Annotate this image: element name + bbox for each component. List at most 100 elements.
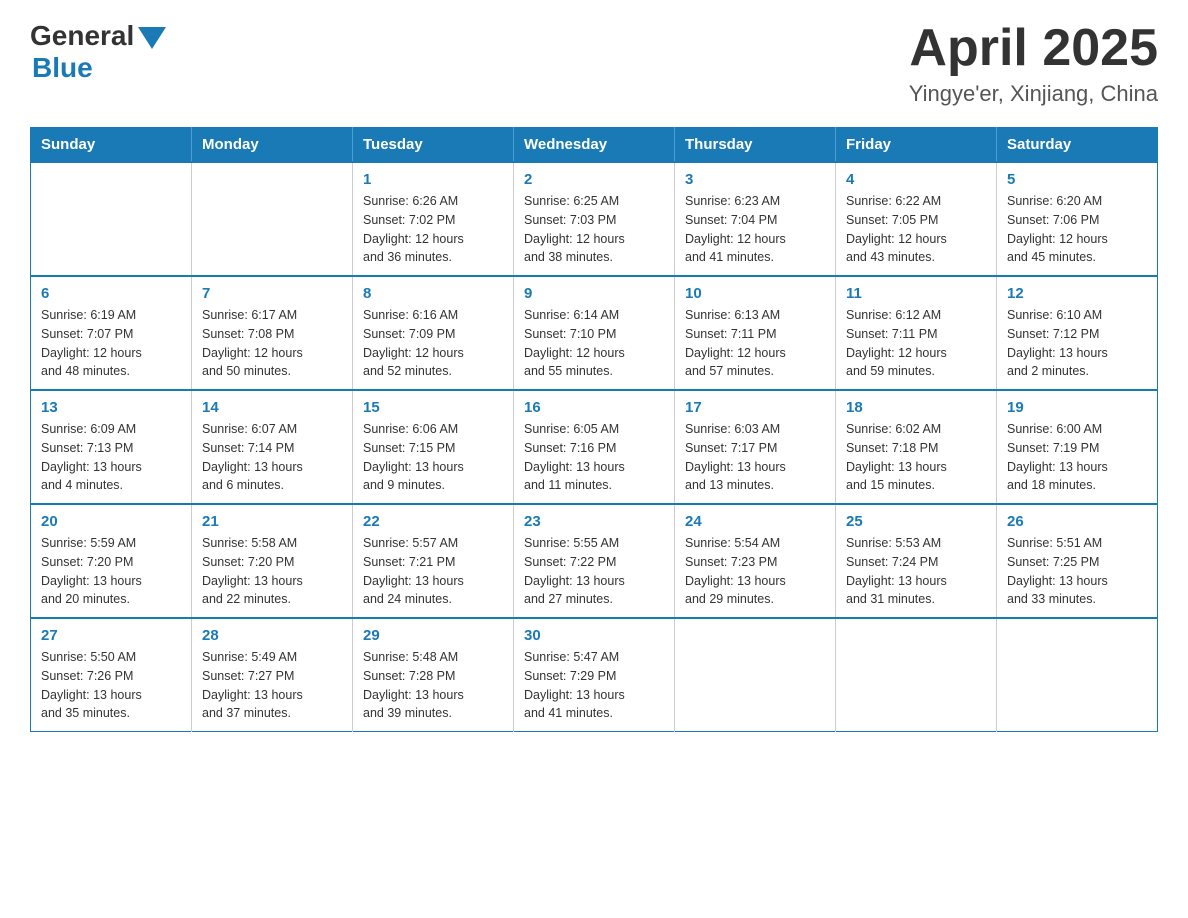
logo-blue-text: Blue	[32, 52, 93, 84]
day-info: Sunrise: 6:05 AM Sunset: 7:16 PM Dayligh…	[524, 420, 664, 495]
day-number: 19	[1007, 399, 1147, 416]
day-number: 29	[363, 627, 503, 644]
day-number: 22	[363, 513, 503, 530]
day-number: 24	[685, 513, 825, 530]
day-number: 28	[202, 627, 342, 644]
day-number: 15	[363, 399, 503, 416]
day-info: Sunrise: 5:47 AM Sunset: 7:29 PM Dayligh…	[524, 648, 664, 723]
header-wednesday: Wednesday	[514, 128, 675, 163]
logo-general-text: General	[30, 20, 134, 52]
calendar-day-13: 13 Sunrise: 6:09 AM Sunset: 7:13 PM Dayli…	[31, 390, 192, 504]
day-info: Sunrise: 5:55 AM Sunset: 7:22 PM Dayligh…	[524, 534, 664, 609]
calendar-day-12: 12 Sunrise: 6:10 AM Sunset: 7:12 PM Dayli…	[997, 276, 1158, 390]
day-info: Sunrise: 6:16 AM Sunset: 7:09 PM Dayligh…	[363, 306, 503, 381]
day-info: Sunrise: 6:13 AM Sunset: 7:11 PM Dayligh…	[685, 306, 825, 381]
calendar-day-3: 3 Sunrise: 6:23 AM Sunset: 7:04 PM Daylig…	[675, 162, 836, 276]
day-number: 5	[1007, 171, 1147, 188]
calendar-day-8: 8 Sunrise: 6:16 AM Sunset: 7:09 PM Daylig…	[353, 276, 514, 390]
day-info: Sunrise: 6:02 AM Sunset: 7:18 PM Dayligh…	[846, 420, 986, 495]
calendar-day-1: 1 Sunrise: 6:26 AM Sunset: 7:02 PM Daylig…	[353, 162, 514, 276]
header-friday: Friday	[836, 128, 997, 163]
day-info: Sunrise: 6:00 AM Sunset: 7:19 PM Dayligh…	[1007, 420, 1147, 495]
day-info: Sunrise: 6:17 AM Sunset: 7:08 PM Dayligh…	[202, 306, 342, 381]
day-number: 17	[685, 399, 825, 416]
header-sunday: Sunday	[31, 128, 192, 163]
day-info: Sunrise: 5:48 AM Sunset: 7:28 PM Dayligh…	[363, 648, 503, 723]
header-thursday: Thursday	[675, 128, 836, 163]
calendar-location: Yingye'er, Xinjiang, China	[909, 81, 1158, 107]
logo-top: General	[30, 20, 166, 52]
header-monday: Monday	[192, 128, 353, 163]
day-number: 8	[363, 285, 503, 302]
calendar-day-20: 20 Sunrise: 5:59 AM Sunset: 7:20 PM Dayli…	[31, 504, 192, 618]
calendar-day-16: 16Sunrise: 6:05 AM Sunset: 7:16 PM Dayli…	[514, 390, 675, 504]
calendar-day-14: 14Sunrise: 6:07 AM Sunset: 7:14 PM Dayli…	[192, 390, 353, 504]
day-number: 7	[202, 285, 342, 302]
empty-cell	[836, 618, 997, 732]
calendar-day-2: 2 Sunrise: 6:25 AM Sunset: 7:03 PM Daylig…	[514, 162, 675, 276]
calendar-day-24: 24Sunrise: 5:54 AM Sunset: 7:23 PM Dayli…	[675, 504, 836, 618]
day-info: Sunrise: 6:26 AM Sunset: 7:02 PM Dayligh…	[363, 192, 503, 267]
day-number: 27	[41, 627, 181, 644]
calendar-day-21: 21Sunrise: 5:58 AM Sunset: 7:20 PM Dayli…	[192, 504, 353, 618]
calendar-week-2: 6 Sunrise: 6:19 AM Sunset: 7:07 PM Daylig…	[31, 276, 1158, 390]
calendar-day-17: 17 Sunrise: 6:03 AM Sunset: 7:17 PM Dayli…	[675, 390, 836, 504]
day-number: 1	[363, 171, 503, 188]
day-info: Sunrise: 6:23 AM Sunset: 7:04 PM Dayligh…	[685, 192, 825, 267]
day-info: Sunrise: 5:58 AM Sunset: 7:20 PM Dayligh…	[202, 534, 342, 609]
day-number: 4	[846, 171, 986, 188]
day-number: 23	[524, 513, 664, 530]
day-info: Sunrise: 6:19 AM Sunset: 7:07 PM Dayligh…	[41, 306, 181, 381]
day-number: 25	[846, 513, 986, 530]
day-info: Sunrise: 5:53 AM Sunset: 7:24 PM Dayligh…	[846, 534, 986, 609]
day-number: 6	[41, 285, 181, 302]
day-info: Sunrise: 6:20 AM Sunset: 7:06 PM Dayligh…	[1007, 192, 1147, 267]
day-number: 12	[1007, 285, 1147, 302]
day-number: 30	[524, 627, 664, 644]
calendar-day-28: 28 Sunrise: 5:49 AM Sunset: 7:27 PM Dayli…	[192, 618, 353, 732]
day-number: 13	[41, 399, 181, 416]
calendar-title: April 2025	[909, 20, 1158, 77]
calendar-day-18: 18 Sunrise: 6:02 AM Sunset: 7:18 PM Dayli…	[836, 390, 997, 504]
day-info: Sunrise: 5:49 AM Sunset: 7:27 PM Dayligh…	[202, 648, 342, 723]
logo: General Blue	[30, 20, 166, 84]
page-header: General Blue April 2025 Yingye'er, Xinji…	[30, 20, 1158, 107]
empty-cell	[192, 162, 353, 276]
day-number: 20	[41, 513, 181, 530]
calendar-week-3: 13 Sunrise: 6:09 AM Sunset: 7:13 PM Dayli…	[31, 390, 1158, 504]
day-info: Sunrise: 6:22 AM Sunset: 7:05 PM Dayligh…	[846, 192, 986, 267]
day-number: 18	[846, 399, 986, 416]
calendar-week-5: 27 Sunrise: 5:50 AM Sunset: 7:26 PM Dayli…	[31, 618, 1158, 732]
day-info: Sunrise: 6:25 AM Sunset: 7:03 PM Dayligh…	[524, 192, 664, 267]
empty-cell	[31, 162, 192, 276]
calendar-day-30: 30 Sunrise: 5:47 AM Sunset: 7:29 PM Dayli…	[514, 618, 675, 732]
calendar-day-6: 6 Sunrise: 6:19 AM Sunset: 7:07 PM Daylig…	[31, 276, 192, 390]
day-info: Sunrise: 6:03 AM Sunset: 7:17 PM Dayligh…	[685, 420, 825, 495]
calendar-day-4: 4 Sunrise: 6:22 AM Sunset: 7:05 PM Daylig…	[836, 162, 997, 276]
day-info: Sunrise: 5:57 AM Sunset: 7:21 PM Dayligh…	[363, 534, 503, 609]
day-info: Sunrise: 6:06 AM Sunset: 7:15 PM Dayligh…	[363, 420, 503, 495]
calendar-day-29: 29 Sunrise: 5:48 AM Sunset: 7:28 PM Dayli…	[353, 618, 514, 732]
day-number: 26	[1007, 513, 1147, 530]
calendar-table: SundayMondayTuesdayWednesdayThursdayFrid…	[30, 127, 1158, 732]
calendar-day-11: 11 Sunrise: 6:12 AM Sunset: 7:11 PM Dayli…	[836, 276, 997, 390]
day-info: Sunrise: 6:09 AM Sunset: 7:13 PM Dayligh…	[41, 420, 181, 495]
calendar-day-19: 19 Sunrise: 6:00 AM Sunset: 7:19 PM Dayli…	[997, 390, 1158, 504]
day-info: Sunrise: 6:12 AM Sunset: 7:11 PM Dayligh…	[846, 306, 986, 381]
day-number: 14	[202, 399, 342, 416]
day-number: 3	[685, 171, 825, 188]
calendar-day-7: 7 Sunrise: 6:17 AM Sunset: 7:08 PM Daylig…	[192, 276, 353, 390]
day-number: 9	[524, 285, 664, 302]
day-info: Sunrise: 6:10 AM Sunset: 7:12 PM Dayligh…	[1007, 306, 1147, 381]
calendar-day-27: 27 Sunrise: 5:50 AM Sunset: 7:26 PM Dayli…	[31, 618, 192, 732]
day-number: 2	[524, 171, 664, 188]
day-info: Sunrise: 5:50 AM Sunset: 7:26 PM Dayligh…	[41, 648, 181, 723]
day-info: Sunrise: 5:59 AM Sunset: 7:20 PM Dayligh…	[41, 534, 181, 609]
logo-triangle-icon	[138, 27, 166, 49]
calendar-day-9: 9Sunrise: 6:14 AM Sunset: 7:10 PM Daylig…	[514, 276, 675, 390]
calendar-day-10: 10Sunrise: 6:13 AM Sunset: 7:11 PM Dayli…	[675, 276, 836, 390]
empty-cell	[675, 618, 836, 732]
calendar-day-5: 5 Sunrise: 6:20 AM Sunset: 7:06 PM Daylig…	[997, 162, 1158, 276]
day-number: 11	[846, 285, 986, 302]
calendar-day-26: 26Sunrise: 5:51 AM Sunset: 7:25 PM Dayli…	[997, 504, 1158, 618]
